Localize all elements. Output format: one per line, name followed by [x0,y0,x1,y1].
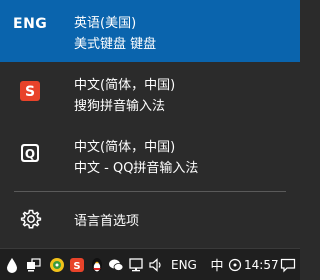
svg-text:Q: Q [25,147,35,161]
sogou-ime-icon: S [20,81,40,101]
language-name: 中文(简体，中国) [74,140,176,155]
language-item-qq-pinyin[interactable]: Q 中文(简体，中国) 中文 - QQ拼音输入法 [0,124,300,186]
ime-name: 中文 - QQ拼音输入法 [74,161,199,176]
app-tray-icon[interactable] [48,257,66,273]
ime-settings-icon[interactable] [228,257,242,273]
water-drop-icon[interactable] [6,257,18,273]
wechat-icon[interactable] [108,257,124,273]
language-item-sogou[interactable]: S 中文(简体，中国) 搜狗拼音输入法 [0,62,300,124]
ime-name: 搜狗拼音输入法 [74,99,166,114]
language-name: 中文(简体，中国) [74,78,176,93]
clock[interactable]: 14:57 [244,258,279,272]
divider [14,191,286,192]
language-flyout: ENG 英语(美国) 美式键盘 键盘 S 中文(简体，中国) 搜狗拼音输入法 Q… [0,0,300,248]
network-devices-icon[interactable] [26,257,42,273]
input-indicator[interactable]: ENG [171,258,197,272]
language-preferences-label: 语言首选项 [74,214,140,229]
svg-text:S: S [73,261,80,272]
language-name: 英语(美国) [74,16,137,31]
qq-penguin-icon[interactable] [90,257,104,273]
notification-center-icon[interactable] [280,257,296,273]
language-item-english[interactable]: ENG 英语(美国) 美式键盘 键盘 [0,0,300,62]
ime-mode-text: 中 [210,259,223,273]
language-code: ENG [13,16,48,32]
volume-icon[interactable] [148,257,164,273]
qq-pinyin-ime-icon: Q [20,143,40,163]
ime-mode-icon[interactable]: 中 [208,257,226,274]
keyboard-layout-name: 美式键盘 键盘 [74,37,157,52]
taskbar: S ENG 中 14:57 [0,248,300,280]
network-icon[interactable] [128,257,144,273]
gear-icon [20,208,42,230]
svg-text:S: S [25,84,35,100]
sogou-tray-icon[interactable]: S [70,257,84,273]
language-preferences-link[interactable]: 语言首选项 [0,198,300,242]
